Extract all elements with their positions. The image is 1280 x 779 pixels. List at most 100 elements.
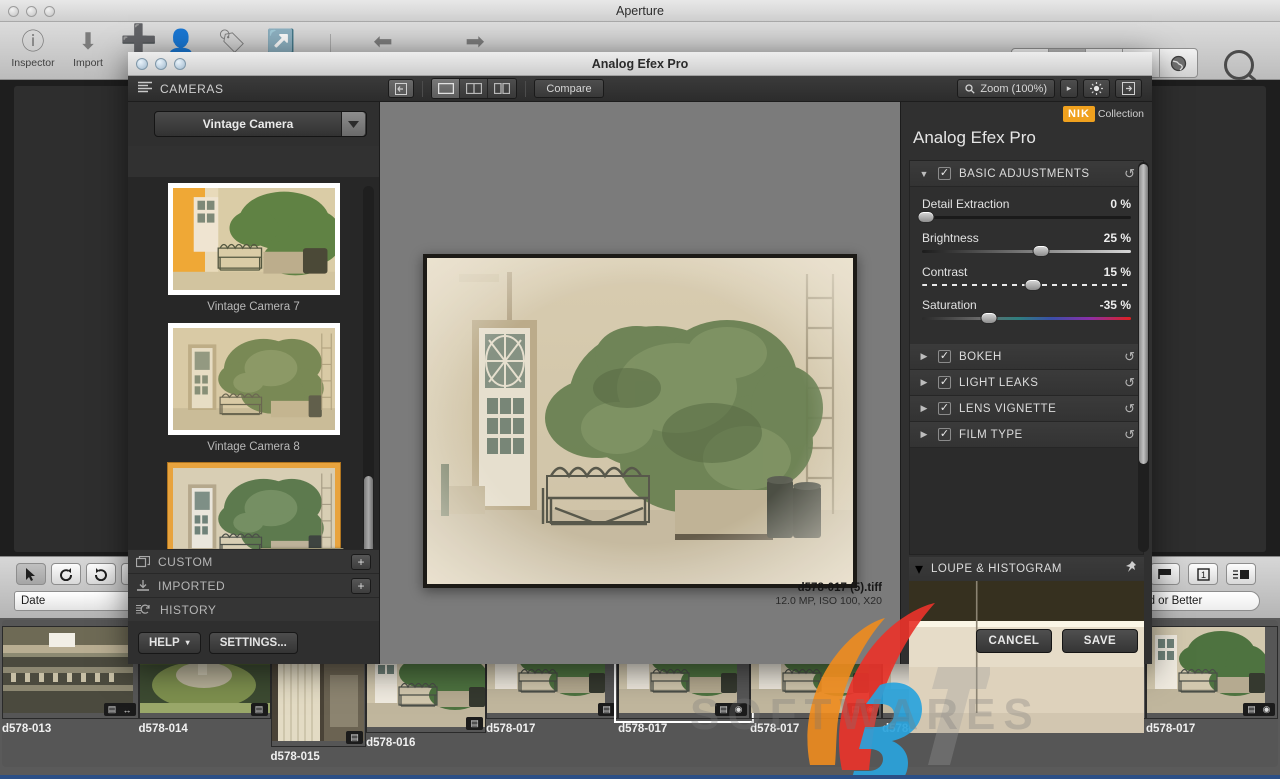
panel-scrollbar[interactable]: [1138, 162, 1149, 552]
camera-preset-thumbnail[interactable]: [168, 323, 340, 435]
nik-window-controls[interactable]: [136, 52, 186, 76]
twisty-down-icon[interactable]: ▼: [918, 169, 930, 179]
slider-knob[interactable]: [980, 312, 997, 324]
aperture-window-controls[interactable]: [8, 0, 55, 22]
cancel-button[interactable]: CANCEL: [976, 629, 1052, 653]
slider-row[interactable]: Brightness25 %: [922, 231, 1131, 253]
camera-preset-thumbnail[interactable]: [168, 463, 340, 553]
filmstrip-thumbnail[interactable]: ▤↔: [2, 626, 139, 719]
save-button[interactable]: SAVE: [1062, 629, 1138, 653]
section-header[interactable]: ▼✓BASIC ADJUSTMENTS↺: [910, 161, 1143, 187]
rotate-left-tool[interactable]: [51, 563, 81, 585]
arrow-cursor-icon: [26, 568, 37, 581]
slider-track[interactable]: [922, 216, 1131, 219]
sort-select[interactable]: Date: [14, 591, 134, 611]
preview-photo: [427, 258, 853, 584]
slider-knob[interactable]: [1033, 245, 1050, 257]
twisty-right-icon[interactable]: ▶: [918, 403, 930, 414]
nik-zoom-button[interactable]: [174, 58, 186, 70]
section-imported[interactable]: IMPORTED +: [128, 573, 379, 597]
view-split-button[interactable]: [460, 79, 488, 98]
reset-arrow-icon[interactable]: ↺: [1124, 349, 1135, 365]
slider-value: 0 %: [1110, 197, 1131, 211]
view-side-by-side-button[interactable]: [488, 79, 516, 98]
filmstrip-item[interactable]: ▤↔d578-013: [2, 626, 139, 761]
pin-icon[interactable]: [1125, 560, 1138, 578]
twisty-right-icon[interactable]: ▶: [918, 377, 930, 388]
reset-arrow-icon[interactable]: ↺: [1124, 401, 1135, 417]
camera-preset-list[interactable]: Vintage Camera 7Vintage Camera 8Vintage …: [128, 177, 379, 553]
slider-track[interactable]: [922, 250, 1131, 253]
section-header[interactable]: ▶✓BOKEH↺: [910, 344, 1143, 370]
image-preview-area[interactable]: d578-017 (5).tiff 12.0 MP, ISO 100, X20: [380, 102, 900, 664]
arrow-cursor-tool[interactable]: [16, 563, 46, 585]
slider-knob[interactable]: [918, 211, 935, 223]
minimize-button[interactable]: [26, 6, 37, 17]
compare-button[interactable]: Compare: [534, 79, 604, 98]
camera-preset-item[interactable]: Vintage Camera 7: [128, 177, 379, 317]
toolbar-import[interactable]: ⬇ Import: [59, 26, 117, 69]
filmstrip-badges: ▤↔: [104, 703, 136, 716]
section-header[interactable]: ▶✓LIGHT LEAKS↺: [910, 370, 1143, 396]
section-checkbox[interactable]: ✓: [938, 167, 951, 180]
slider-row[interactable]: Detail Extraction0 %: [922, 197, 1131, 219]
camera-list-scrollbar[interactable]: [363, 186, 374, 547]
cameras-footer: HELP ▾ SETTINGS...: [128, 621, 379, 664]
nik-close-button[interactable]: [136, 58, 148, 70]
view-mode-places[interactable]: [1160, 49, 1197, 77]
section-history[interactable]: HISTORY: [128, 597, 379, 621]
camera-preset-item[interactable]: Vintage Camera 9: [128, 457, 379, 553]
filmstrip-thumbnail[interactable]: ▤: [271, 654, 367, 747]
zoom-control[interactable]: Zoom (100%): [957, 79, 1055, 98]
camera-preset-thumbnail[interactable]: [168, 183, 340, 295]
zoom-button[interactable]: [44, 6, 55, 17]
section-custom[interactable]: CUSTOM +: [128, 549, 379, 573]
collapse-panel-button[interactable]: [388, 79, 414, 98]
twisty-down-icon: ▾: [915, 559, 923, 579]
add-custom-button[interactable]: +: [351, 554, 371, 570]
view-single-button[interactable]: [432, 79, 460, 98]
sections-list[interactable]: ▼✓BASIC ADJUSTMENTS↺Detail Extraction0 %…: [909, 160, 1144, 555]
reset-arrow-icon[interactable]: ↺: [1124, 166, 1135, 182]
settings-button[interactable]: SETTINGS...: [209, 632, 298, 654]
slider-row[interactable]: Saturation-35 %: [922, 298, 1131, 320]
reset-arrow-icon[interactable]: ↺: [1124, 375, 1135, 391]
slider-row[interactable]: Contrast15 %: [922, 265, 1131, 286]
panel-scroll-thumb[interactable]: [1139, 164, 1148, 464]
section-checkbox[interactable]: ✓: [938, 350, 951, 363]
twisty-right-icon[interactable]: ▶: [918, 429, 930, 440]
add-imported-button[interactable]: +: [351, 578, 371, 594]
help-button[interactable]: HELP ▾: [138, 632, 201, 654]
flag-tool[interactable]: [1150, 563, 1180, 585]
toolbar-import-label: Import: [59, 57, 117, 69]
slider-track[interactable]: [922, 284, 1131, 286]
section-header[interactable]: ▶✓LENS VIGNETTE↺: [910, 396, 1143, 422]
slider-knob[interactable]: [1024, 279, 1041, 291]
filmstrip-item[interactable]: ▤◉d578-017: [1146, 626, 1278, 761]
section-header[interactable]: ▶✓FILM TYPE↺: [910, 422, 1143, 448]
chevron-down-icon[interactable]: [341, 112, 365, 136]
camera-preset-item[interactable]: Vintage Camera 8: [128, 317, 379, 457]
aperture-bottom-right-tools[interactable]: 1: [1150, 563, 1256, 585]
preset-combo[interactable]: Vintage Camera: [154, 111, 367, 137]
loupe-histogram-header[interactable]: ▾ LOUPE & HISTOGRAM: [909, 557, 1144, 581]
export-button[interactable]: [1115, 79, 1142, 98]
zoom-arrow-button[interactable]: ▸: [1060, 79, 1078, 98]
preview-photo-frame: [423, 254, 857, 588]
metadata-tool[interactable]: [1226, 563, 1256, 585]
view-mode-group[interactable]: [431, 78, 517, 99]
filmstrip-thumbnail[interactable]: ▤◉: [1146, 626, 1278, 719]
rotate-right-tool[interactable]: [86, 563, 116, 585]
twisty-right-icon[interactable]: ▶: [918, 351, 930, 362]
section-checkbox[interactable]: ✓: [938, 402, 951, 415]
section-checkbox[interactable]: ✓: [938, 376, 951, 389]
reset-arrow-icon[interactable]: ↺: [1124, 427, 1135, 443]
slider-track[interactable]: [922, 317, 1131, 320]
toolbar-inspector[interactable]: ⓘ Inspector: [4, 26, 62, 69]
filmstrip-badges: ▤◉: [1243, 703, 1275, 716]
single-image-tool[interactable]: 1: [1188, 563, 1218, 585]
close-button[interactable]: [8, 6, 19, 17]
section-checkbox[interactable]: ✓: [938, 428, 951, 441]
nik-minimize-button[interactable]: [155, 58, 167, 70]
brightness-button[interactable]: [1083, 79, 1110, 98]
